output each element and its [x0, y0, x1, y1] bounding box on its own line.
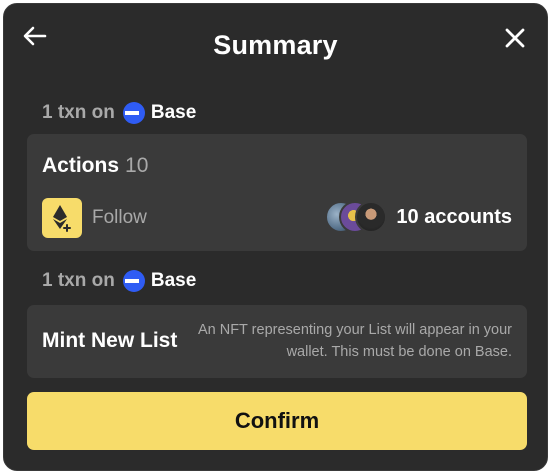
chain-name: Base	[150, 270, 197, 291]
mint-card: Mint New List An NFT representing your L…	[27, 305, 527, 378]
action-label: Follow	[92, 207, 147, 228]
actions-count: 10	[125, 154, 149, 177]
txn-count-label: 1 txn on	[42, 270, 115, 291]
base-chain-icon	[122, 102, 145, 124]
txn-chain-row: 1 txn on Base	[42, 100, 196, 126]
txn-count-label: 1 txn on	[42, 102, 115, 123]
avatar	[355, 201, 387, 233]
chain-name: Base	[150, 102, 197, 123]
close-icon	[505, 28, 525, 48]
avatar-stack	[325, 201, 389, 235]
actions-heading: Actions 10	[42, 154, 148, 178]
accounts-count: 10 accounts	[396, 206, 512, 228]
mint-title: Mint New List	[42, 329, 178, 352]
ethereum-plus-icon	[42, 198, 82, 238]
confirm-button[interactable]: Confirm	[27, 392, 527, 450]
summary-modal: Summary 1 txn on Base Actions10 Follow	[3, 3, 548, 471]
close-button[interactable]	[501, 24, 529, 52]
mint-description: An NFT representing your List will appea…	[197, 322, 512, 360]
page-title: Summary	[213, 30, 338, 60]
txn-chain-row: 1 txn on Base	[42, 268, 196, 294]
actions-title: Actions	[42, 154, 120, 177]
actions-card: Actions 10 Follow 10 accounts	[27, 134, 527, 251]
base-chain-icon	[122, 270, 145, 292]
modal-header: Summary	[4, 4, 547, 90]
